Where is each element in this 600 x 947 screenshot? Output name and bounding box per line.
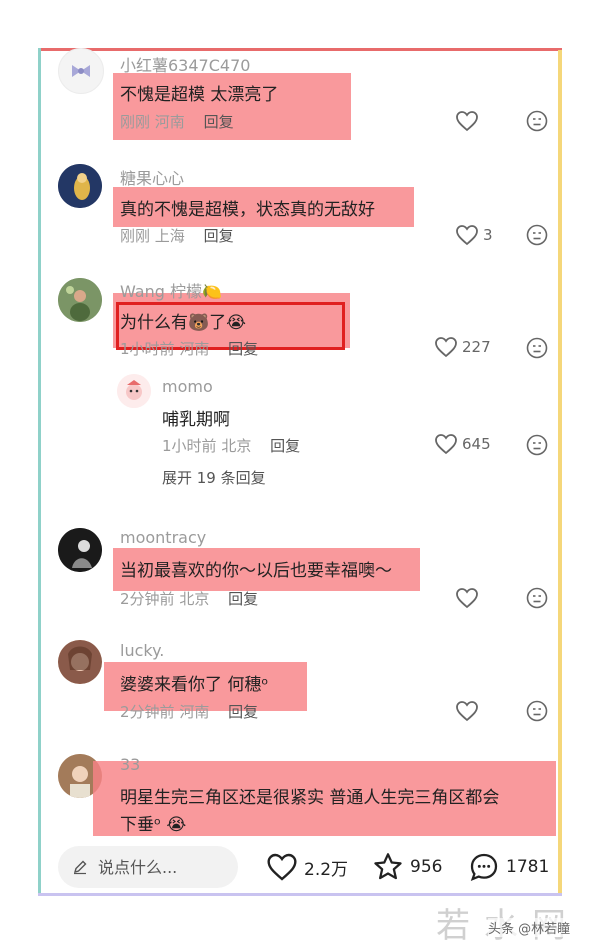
sad-face-icon: [526, 337, 548, 359]
like-button[interactable]: 227: [434, 336, 491, 358]
comment-username[interactable]: moontracy: [120, 528, 206, 547]
comment-text: 当初最喜欢的你～以后也要幸福噢～: [120, 561, 392, 581]
post-comment-count: 1781: [506, 857, 550, 877]
avatar[interactable]: [58, 528, 102, 572]
watermark-source: 头条 @林若瞳: [488, 918, 571, 937]
star-icon: [374, 853, 402, 880]
comment-meta: 2分钟前 河南 回复: [120, 701, 258, 722]
avatar-image: [58, 278, 102, 322]
comment-time: 1小时前: [120, 340, 175, 358]
comment-text: 婆婆来看你了 何穗ᵒ: [120, 675, 269, 695]
comment-time: 2分钟前: [120, 703, 175, 721]
comment-location: 上海: [154, 227, 185, 245]
comment-meta: 刚刚 上海 回复: [120, 225, 234, 246]
comment-text-continued: 下垂ᵒ 😭: [120, 815, 187, 835]
avatar-image: [58, 528, 102, 572]
dislike-button[interactable]: [526, 700, 548, 726]
heart-icon: [435, 434, 457, 455]
heart-icon: [456, 111, 478, 132]
sad-face-icon: [526, 700, 548, 722]
frame-top-border: [40, 48, 562, 51]
avatar-image: [58, 164, 102, 208]
reply-text: 哺乳期啊: [162, 410, 230, 430]
comment-location: 北京: [179, 590, 210, 608]
reply-button[interactable]: 回复: [228, 703, 258, 721]
comment-text: 为什么有🐻了😭: [120, 313, 247, 333]
dislike-button[interactable]: [526, 587, 548, 613]
like-count: 645: [462, 435, 491, 453]
reply-button[interactable]: 回复: [228, 590, 258, 608]
comment-username[interactable]: 糖果心心: [120, 165, 184, 189]
comment-time: 刚刚: [120, 113, 151, 131]
comment-location: 河南: [179, 703, 210, 721]
avatar-image: [117, 374, 151, 408]
reply-button[interactable]: 回复: [204, 113, 234, 131]
comment-text: 不愧是超模 太漂亮了: [120, 85, 279, 105]
like-count: 227: [462, 338, 491, 356]
chat-bubble-icon: [470, 853, 498, 881]
sad-face-icon: [526, 224, 548, 246]
comments-post-button[interactable]: 1781: [468, 851, 549, 883]
avatar[interactable]: [117, 374, 151, 408]
like-button[interactable]: 3: [455, 224, 493, 246]
sad-face-icon: [526, 587, 548, 609]
reply-username[interactable]: momo: [162, 377, 213, 396]
dislike-button[interactable]: [526, 337, 548, 363]
reply-time: 1小时前: [162, 437, 217, 455]
like-button[interactable]: [455, 700, 479, 722]
reply-button[interactable]: 回复: [270, 437, 300, 455]
dislike-button[interactable]: [526, 224, 548, 250]
heart-icon: [435, 337, 457, 358]
like-button[interactable]: 645: [434, 433, 491, 455]
avatar[interactable]: [58, 48, 104, 94]
like-post-button[interactable]: 2.2万: [266, 852, 348, 882]
heart-icon: [456, 701, 478, 722]
dislike-button[interactable]: [526, 434, 548, 460]
favorite-post-button[interactable]: 956: [372, 851, 442, 883]
like-count: 3: [483, 226, 493, 244]
comment-time: 2分钟前: [120, 590, 175, 608]
like-button[interactable]: [455, 587, 479, 609]
comment-meta: 2分钟前 北京 回复: [120, 588, 258, 609]
comment-input-box[interactable]: [58, 846, 238, 888]
comment-time: 刚刚: [120, 227, 151, 245]
reply-button[interactable]: 回复: [204, 227, 234, 245]
frame-left-border: [38, 48, 41, 896]
comment-meta: 刚刚 河南 回复: [120, 111, 234, 132]
heart-icon: [267, 853, 297, 881]
sad-face-icon: [526, 434, 548, 456]
sad-face-icon: [526, 110, 548, 132]
comment-location: 河南: [154, 113, 185, 131]
heart-icon: [456, 588, 478, 609]
comment-meta: 1小时前 河南 回复: [120, 338, 258, 359]
comment-location: 河南: [179, 340, 210, 358]
avatar[interactable]: [58, 164, 102, 208]
comment-username[interactable]: lucky.: [120, 641, 164, 660]
comment-text: 明星生完三角区还是很紧实 普通人生完三角区都会: [120, 788, 500, 808]
reply-location: 北京: [221, 437, 252, 455]
heart-icon: [456, 225, 478, 246]
post-favorite-count: 956: [410, 857, 443, 877]
reply-meta: 1小时前 北京 回复: [162, 435, 300, 456]
comment-text: 真的不愧是超模，状态真的无敌好: [120, 200, 375, 220]
post-like-count: 2.2万: [304, 859, 349, 880]
reply-button[interactable]: 回复: [228, 340, 258, 358]
comment-username[interactable]: 小红薯6347C470: [120, 52, 250, 76]
frame-right-border: [558, 50, 562, 896]
pencil-icon: [73, 860, 87, 875]
bow-avatar-icon: [72, 65, 90, 77]
avatar[interactable]: [58, 640, 102, 684]
expand-replies-button[interactable]: 展开 19 条回复: [162, 467, 266, 488]
avatar-image: [58, 640, 102, 684]
comment-username[interactable]: Wang 柠檬🍋: [120, 278, 222, 302]
dislike-button[interactable]: [526, 110, 548, 136]
avatar[interactable]: [58, 278, 102, 322]
like-button[interactable]: [455, 110, 479, 132]
comment-username[interactable]: 33: [120, 755, 140, 774]
comment-input[interactable]: [96, 856, 220, 878]
